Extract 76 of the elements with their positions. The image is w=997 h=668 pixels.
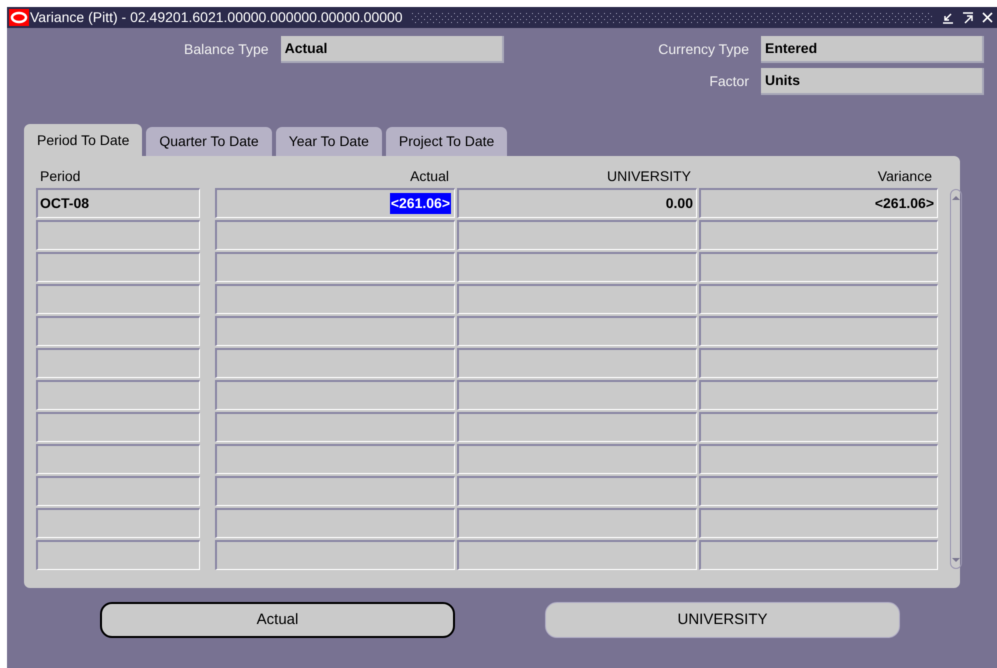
table-cell[interactable] xyxy=(457,220,697,250)
table-cell[interactable] xyxy=(36,316,200,346)
field-label: Factor xyxy=(709,72,749,91)
field-label: Currency Type xyxy=(658,40,749,59)
table-cell[interactable] xyxy=(215,540,455,570)
table-cell[interactable] xyxy=(699,476,938,506)
text-field[interactable]: Actual xyxy=(280,36,504,63)
table-cell[interactable] xyxy=(215,284,455,314)
table-cell[interactable] xyxy=(215,220,455,250)
cell-value: 0.00 xyxy=(666,194,693,213)
table-cell[interactable] xyxy=(699,444,938,474)
table-cell[interactable] xyxy=(36,508,200,538)
table-cell[interactable] xyxy=(457,412,697,442)
table-cell[interactable] xyxy=(36,252,200,282)
table-cell[interactable] xyxy=(457,284,697,314)
scroll-up-icon[interactable] xyxy=(951,194,961,202)
close-icon[interactable] xyxy=(982,12,993,23)
cell-value: <261.06> xyxy=(390,193,451,214)
table-cell[interactable] xyxy=(699,380,938,410)
action-button[interactable]: Actual xyxy=(100,602,455,638)
table-cell[interactable]: <261.06> xyxy=(215,188,455,218)
text-field[interactable]: Units xyxy=(761,68,984,95)
table-cell[interactable] xyxy=(457,540,697,570)
scroll-down-icon[interactable] xyxy=(951,556,961,564)
tab[interactable]: Year To Date xyxy=(276,127,382,156)
table-cell[interactable] xyxy=(36,476,200,506)
table-cell[interactable] xyxy=(699,316,938,346)
table-cell[interactable]: <261.06> xyxy=(699,188,938,218)
table-cell[interactable] xyxy=(457,508,697,538)
column-header: UNIVERSITY xyxy=(606,167,692,186)
cell-value: <261.06> xyxy=(874,194,934,213)
table-cell[interactable] xyxy=(215,412,455,442)
table-cell[interactable] xyxy=(457,476,697,506)
tab[interactable]: Quarter To Date xyxy=(146,127,272,156)
table-cell[interactable] xyxy=(215,444,455,474)
table-cell[interactable] xyxy=(457,380,697,410)
table-cell[interactable] xyxy=(36,444,200,474)
table-cell[interactable] xyxy=(699,220,938,250)
text-field[interactable]: Entered xyxy=(761,36,984,63)
table-cell[interactable] xyxy=(36,380,200,410)
table-cell[interactable] xyxy=(36,412,200,442)
cell-value: OCT-08 xyxy=(40,194,90,213)
table-cell[interactable] xyxy=(457,444,697,474)
table-cell[interactable] xyxy=(215,476,455,506)
field-label: Balance Type xyxy=(184,40,269,59)
column-header: Variance xyxy=(876,167,933,186)
table-cell[interactable] xyxy=(215,316,455,346)
table-cell[interactable] xyxy=(36,540,200,570)
action-button[interactable]: UNIVERSITY xyxy=(545,602,900,638)
table-cell[interactable] xyxy=(457,348,697,378)
table-cell[interactable] xyxy=(699,252,938,282)
maximize-icon[interactable] xyxy=(962,12,974,24)
window-title: Variance (Pitt) - 02.49201.6021.00000.000000.00000.00000 xyxy=(30,8,403,27)
minimize-icon[interactable] xyxy=(942,12,954,24)
table-cell[interactable] xyxy=(215,348,455,378)
table-cell[interactable]: OCT-08 xyxy=(36,188,200,218)
app-logo-icon xyxy=(9,9,29,26)
column-header: Actual xyxy=(409,167,450,186)
table-cell[interactable] xyxy=(36,348,200,378)
table-cell[interactable] xyxy=(699,284,938,314)
table-cell[interactable] xyxy=(699,348,938,378)
tab[interactable]: Project To Date xyxy=(386,127,508,156)
tab[interactable]: Period To Date xyxy=(24,124,142,156)
table-cell[interactable] xyxy=(457,252,697,282)
column-header: Period xyxy=(39,167,82,186)
table-cell[interactable] xyxy=(36,284,200,314)
table-cell[interactable] xyxy=(699,508,938,538)
table-cell[interactable]: 0.00 xyxy=(457,188,697,218)
table-cell[interactable] xyxy=(215,252,455,282)
table-cell[interactable] xyxy=(457,316,697,346)
table-cell[interactable] xyxy=(699,412,938,442)
table-cell[interactable] xyxy=(215,508,455,538)
table-cell[interactable] xyxy=(215,380,455,410)
table-cell[interactable] xyxy=(36,220,200,250)
table-cell[interactable] xyxy=(699,540,938,570)
scrollbar[interactable] xyxy=(950,189,962,569)
